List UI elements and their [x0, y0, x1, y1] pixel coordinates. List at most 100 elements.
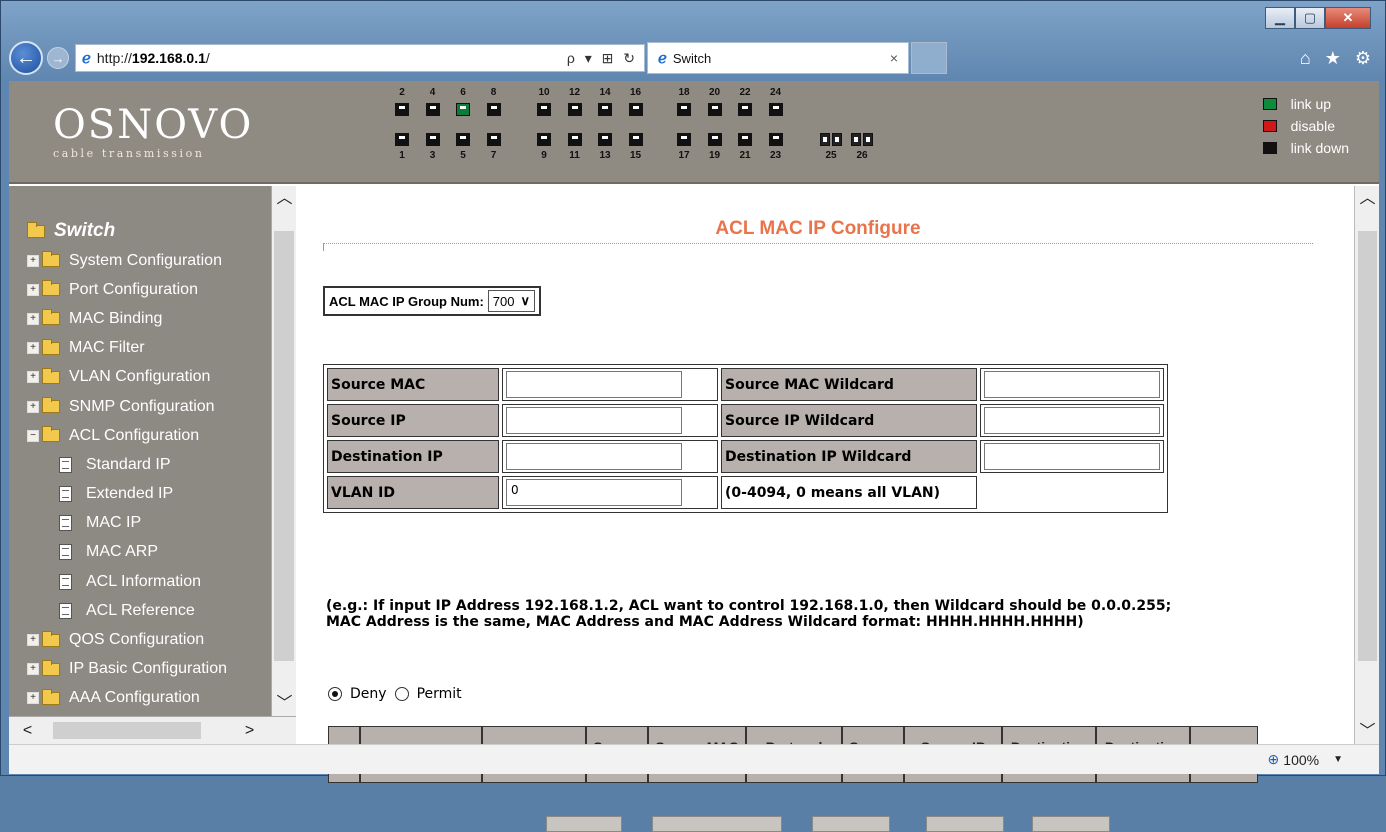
sidebar-item[interactable]: + QOS Configuration — [27, 625, 271, 654]
scroll-up-icon[interactable]: ︿ — [272, 186, 297, 211]
favorites-star-icon[interactable]: ★ — [1325, 48, 1341, 69]
expander-icon[interactable]: + — [27, 400, 39, 413]
sidebar-item[interactable]: + VLAN Configuration — [27, 363, 271, 392]
expander-icon[interactable]: + — [27, 312, 39, 325]
sidebar-item[interactable]: Extended IP — [27, 480, 271, 509]
address-tools-icon[interactable]: ρ ▾ ⊞ ↻ — [567, 50, 638, 67]
port-18-icon[interactable] — [677, 103, 691, 116]
browser-tab[interactable]: ℯ Switch × — [647, 42, 909, 74]
minimize-button[interactable]: ▁ — [1265, 7, 1295, 29]
source-mac-wildcard-input[interactable] — [984, 371, 1160, 398]
sidebar-item[interactable]: MAC ARP — [27, 538, 271, 567]
expander-icon[interactable]: + — [27, 634, 39, 647]
port-11-icon[interactable] — [567, 133, 582, 146]
source-mac-input[interactable] — [506, 371, 682, 398]
port-2-icon[interactable] — [395, 103, 409, 116]
port-8-icon[interactable] — [486, 103, 501, 116]
maximize-button[interactable]: ▢ — [1295, 7, 1325, 29]
close-tab-icon[interactable]: × — [890, 50, 898, 66]
port-5-icon[interactable] — [456, 133, 470, 146]
scroll-left-icon[interactable]: < — [15, 718, 40, 743]
expander-icon[interactable]: + — [27, 663, 39, 676]
sidebar-item[interactable]: + AAA Configuration — [27, 684, 271, 713]
content-vertical-scrollbar[interactable]: ︿ ﹀ — [1354, 186, 1379, 744]
deny-radio[interactable] — [328, 687, 342, 701]
scroll-right-icon[interactable]: > — [237, 718, 262, 743]
port-10-icon[interactable] — [537, 103, 551, 116]
port-20-icon[interactable] — [707, 103, 722, 116]
expander-icon[interactable]: + — [27, 254, 39, 267]
sidebar-item[interactable]: + System Configuration — [27, 246, 271, 275]
port-1-icon[interactable] — [395, 133, 409, 146]
sidebar-item[interactable]: + SNMP Configuration — [27, 392, 271, 421]
scroll-up-icon[interactable]: ︿ — [1355, 186, 1380, 211]
port-23-icon[interactable] — [768, 133, 783, 146]
scroll-down-icon[interactable]: ﹀ — [272, 691, 297, 716]
port-6-icon[interactable] — [456, 103, 470, 116]
port-7-icon[interactable] — [486, 133, 501, 146]
zoom-dropdown-icon[interactable]: ▼ — [1333, 754, 1343, 765]
sidebar-item[interactable]: + IP Basic Configuration — [27, 655, 271, 684]
source-ip-input[interactable] — [506, 407, 682, 434]
sfp-port-26-icon[interactable] — [863, 133, 873, 146]
port-15-icon[interactable] — [628, 133, 643, 146]
permit-radio[interactable] — [394, 687, 409, 701]
port-17-icon[interactable] — [677, 133, 691, 146]
port-24-icon[interactable] — [768, 103, 783, 116]
content-scroll-thumb[interactable] — [1358, 231, 1377, 661]
destination-ip-input[interactable] — [506, 443, 682, 470]
port-22-icon[interactable] — [738, 103, 752, 116]
port-14-icon[interactable] — [598, 103, 612, 116]
add-button[interactable] — [812, 816, 890, 832]
close-window-button[interactable]: ✕ — [1325, 7, 1371, 29]
port-13-icon[interactable] — [598, 133, 612, 146]
sfp-port-25-icon[interactable] — [820, 133, 830, 146]
address-url[interactable]: http://192.168.0.1/ — [97, 50, 567, 66]
vlan-id-input[interactable]: 0 — [506, 479, 682, 506]
port-4-icon[interactable] — [425, 103, 440, 116]
sidebar-item[interactable]: + MAC Filter — [27, 334, 271, 363]
expander-icon[interactable]: + — [27, 342, 39, 355]
expander-icon[interactable]: − — [27, 429, 39, 442]
refresh-button[interactable] — [546, 816, 622, 832]
sfp-port-26-icon[interactable] — [851, 133, 861, 146]
source-ip-wildcard-input[interactable] — [984, 407, 1160, 434]
sidebar-item[interactable]: Standard IP — [27, 450, 271, 479]
sidebar-hscroll-thumb[interactable] — [53, 722, 201, 739]
sidebar-vertical-scrollbar[interactable]: ︿ ﹀ — [271, 186, 296, 716]
address-bar[interactable]: ℯ http://192.168.0.1/ ρ ▾ ⊞ ↻ — [75, 44, 645, 72]
port-3-icon[interactable] — [425, 133, 440, 146]
delete-button[interactable] — [926, 816, 1004, 832]
home-icon[interactable]: ⌂ — [1300, 48, 1311, 69]
document-icon — [59, 486, 72, 503]
help-button[interactable] — [1032, 816, 1110, 832]
destination-ip-wildcard-input[interactable] — [984, 443, 1160, 470]
group-num-select[interactable]: 700 ∨ — [487, 290, 536, 312]
port-12-icon[interactable] — [567, 103, 582, 116]
zoom-control[interactable]: ⊕ 100% ▼ — [1268, 751, 1343, 768]
port-9-icon[interactable] — [537, 133, 551, 146]
port-16-icon[interactable] — [628, 103, 643, 116]
forward-button[interactable]: → — [47, 47, 69, 69]
sidebar-item[interactable]: − ACL Configuration — [27, 421, 271, 450]
select-all-button[interactable] — [652, 816, 782, 832]
back-button[interactable]: ← — [9, 41, 43, 75]
sidebar-item[interactable]: + Port Configuration — [27, 275, 271, 304]
sfp-port-25-icon[interactable] — [832, 133, 842, 146]
port-21-icon[interactable] — [738, 133, 752, 146]
sidebar-item-label: Extended IP — [86, 485, 174, 503]
expander-icon[interactable]: + — [27, 371, 39, 384]
sidebar-item[interactable]: MAC IP — [27, 509, 271, 538]
expander-icon[interactable]: + — [27, 692, 39, 705]
port-19-icon[interactable] — [707, 133, 722, 146]
tree-root-switch[interactable]: Switch — [27, 216, 271, 246]
sidebar-item[interactable]: + MAC Binding — [27, 304, 271, 333]
sidebar-item[interactable]: ACL Reference — [27, 596, 271, 625]
sidebar-item[interactable]: ACL Information — [27, 567, 271, 596]
settings-gear-icon[interactable]: ⚙ — [1355, 48, 1371, 69]
expander-icon[interactable]: + — [27, 283, 39, 296]
sidebar-horizontal-scrollbar[interactable]: < > — [9, 716, 296, 744]
sidebar-scroll-thumb[interactable] — [274, 231, 294, 661]
new-tab-button[interactable] — [911, 42, 947, 74]
scroll-down-icon[interactable]: ﹀ — [1355, 719, 1380, 744]
